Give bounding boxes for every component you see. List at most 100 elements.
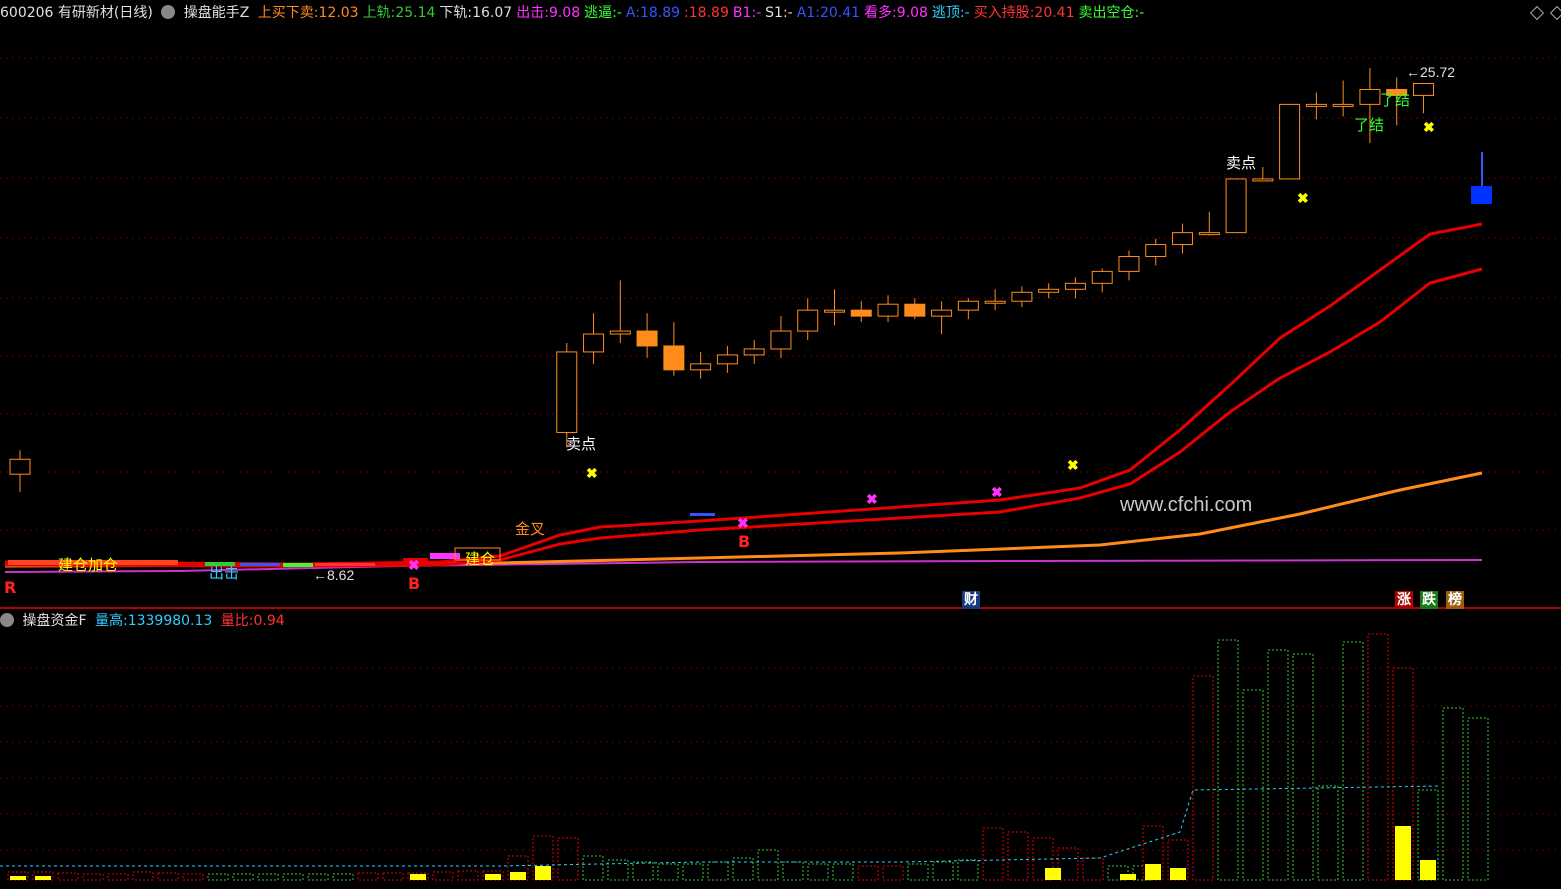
candle[interactable]	[1225, 178, 1247, 234]
candle[interactable]	[1172, 223, 1194, 254]
volume-bar[interactable]	[107, 873, 129, 881]
candle[interactable]	[984, 289, 1006, 311]
candle[interactable]	[1038, 283, 1060, 299]
volume-bar[interactable]	[382, 872, 404, 881]
volume-bar[interactable]	[132, 871, 154, 881]
header-field-label: 卖出空仓:	[1078, 5, 1140, 21]
volume-bar[interactable]	[182, 873, 204, 881]
candle[interactable]	[1279, 103, 1301, 180]
candle[interactable]	[1332, 80, 1354, 117]
high-price-label: ←25.72	[1406, 64, 1456, 80]
volume-bar[interactable]	[757, 849, 779, 881]
vol-ratio-value: 0.94	[253, 613, 285, 629]
volume-bar-highlight	[10, 876, 26, 880]
header-field-11: 逃顶:-	[932, 5, 970, 21]
x-marker: ✖	[1423, 119, 1435, 135]
candle[interactable]	[1198, 211, 1220, 236]
volume-bar[interactable]	[907, 863, 929, 881]
sub-indicator-name[interactable]: 操盘资金F	[22, 613, 86, 629]
x-marker: ✖	[1067, 457, 1079, 473]
high-price-value: 25.72	[1420, 64, 1456, 80]
volume-bar[interactable]	[1007, 831, 1029, 881]
candle[interactable]	[663, 322, 685, 376]
header-field-10: 看多:9.08	[864, 5, 928, 21]
volume-bar[interactable]	[657, 863, 679, 881]
volume-bar[interactable]	[707, 861, 729, 881]
finance-badge[interactable]: 财	[962, 591, 980, 609]
candle[interactable]	[904, 298, 926, 320]
chart-canvas[interactable]: ✖ ✖ ✖ ✖ ✖ ✖ ✖ ✖	[0, 0, 1561, 889]
indicator-name[interactable]: 操盘能手Z	[184, 5, 250, 21]
volume-bar[interactable]	[1217, 639, 1239, 881]
candle[interactable]	[850, 301, 872, 323]
volume-bar[interactable]	[957, 859, 979, 881]
candle[interactable]	[1064, 277, 1086, 299]
volume-bar[interactable]	[1442, 707, 1464, 881]
volume-bar[interactable]	[1342, 641, 1364, 881]
sub-indicator-menu-icon[interactable]	[0, 613, 14, 627]
volume-bar[interactable]	[457, 870, 479, 881]
header-field-label: A:	[625, 5, 640, 21]
volume-bar[interactable]	[357, 872, 379, 881]
candle[interactable]	[690, 351, 712, 379]
volume-bar[interactable]	[207, 873, 229, 881]
ma-red-upper-line	[4, 222, 1483, 566]
stock-title[interactable]: 600206 有研新材(日线)	[0, 5, 153, 21]
header-field-label: B1:	[732, 5, 757, 21]
candle[interactable]	[797, 298, 819, 340]
candle[interactable]	[1412, 83, 1434, 114]
volume-bar[interactable]	[232, 873, 254, 881]
volume-bar[interactable]	[932, 861, 954, 881]
header-field-value: -	[787, 5, 793, 21]
volume-bar[interactable]	[332, 873, 354, 881]
volume-bar[interactable]	[1242, 689, 1264, 881]
volume-bar[interactable]	[257, 873, 279, 881]
volume-bar[interactable]	[432, 871, 454, 881]
candle[interactable]	[1091, 268, 1113, 293]
attack-label: 出击	[209, 564, 240, 582]
candle[interactable]	[770, 316, 792, 358]
volume-bar[interactable]	[307, 873, 329, 881]
candle[interactable]	[877, 295, 899, 323]
volume-bar[interactable]	[782, 861, 804, 881]
volume-bar[interactable]	[882, 865, 904, 881]
volume-bar[interactable]	[1367, 633, 1389, 881]
candle[interactable]	[556, 342, 578, 448]
volume-bar[interactable]	[982, 827, 1004, 881]
header-field-label: S1:	[765, 5, 788, 21]
volume-bar[interactable]	[1267, 649, 1289, 881]
volume-bar[interactable]	[732, 857, 754, 881]
volume-bar[interactable]	[582, 855, 604, 881]
volume-bar[interactable]	[82, 873, 104, 881]
volume-bar[interactable]	[557, 837, 579, 881]
volume-bar[interactable]	[857, 865, 879, 881]
indicator-menu-icon[interactable]	[161, 5, 176, 19]
candle[interactable]	[823, 289, 845, 326]
candle[interactable]	[9, 450, 31, 493]
volume-bar[interactable]	[157, 872, 179, 881]
volume-bar[interactable]	[1082, 857, 1104, 881]
candle[interactable]	[957, 298, 979, 320]
rise-badge[interactable]: 涨	[1395, 591, 1413, 609]
volume-bar[interactable]	[1292, 653, 1314, 881]
candle[interactable]	[1145, 238, 1167, 266]
candle[interactable]	[1118, 250, 1140, 281]
candle[interactable]	[609, 280, 631, 343]
header-field-label: 买入持股:	[973, 5, 1035, 21]
candle[interactable]	[636, 313, 658, 358]
candle[interactable]	[716, 345, 738, 373]
candle[interactable]	[1011, 286, 1033, 308]
candle[interactable]	[743, 340, 765, 364]
volume-bar[interactable]	[682, 863, 704, 881]
volume-bar[interactable]	[807, 863, 829, 881]
finish-label: 了结	[1380, 91, 1411, 109]
fall-badge[interactable]: 跌	[1420, 591, 1438, 609]
volume-bar[interactable]	[1317, 785, 1339, 881]
volume-bar[interactable]	[832, 863, 854, 881]
volume-bar[interactable]	[57, 872, 79, 881]
candle[interactable]	[1305, 92, 1327, 120]
volume-bar[interactable]	[632, 861, 654, 881]
rank-badge[interactable]: 榜	[1446, 591, 1464, 609]
volume-bar[interactable]	[282, 873, 304, 881]
candle[interactable]	[931, 301, 953, 335]
